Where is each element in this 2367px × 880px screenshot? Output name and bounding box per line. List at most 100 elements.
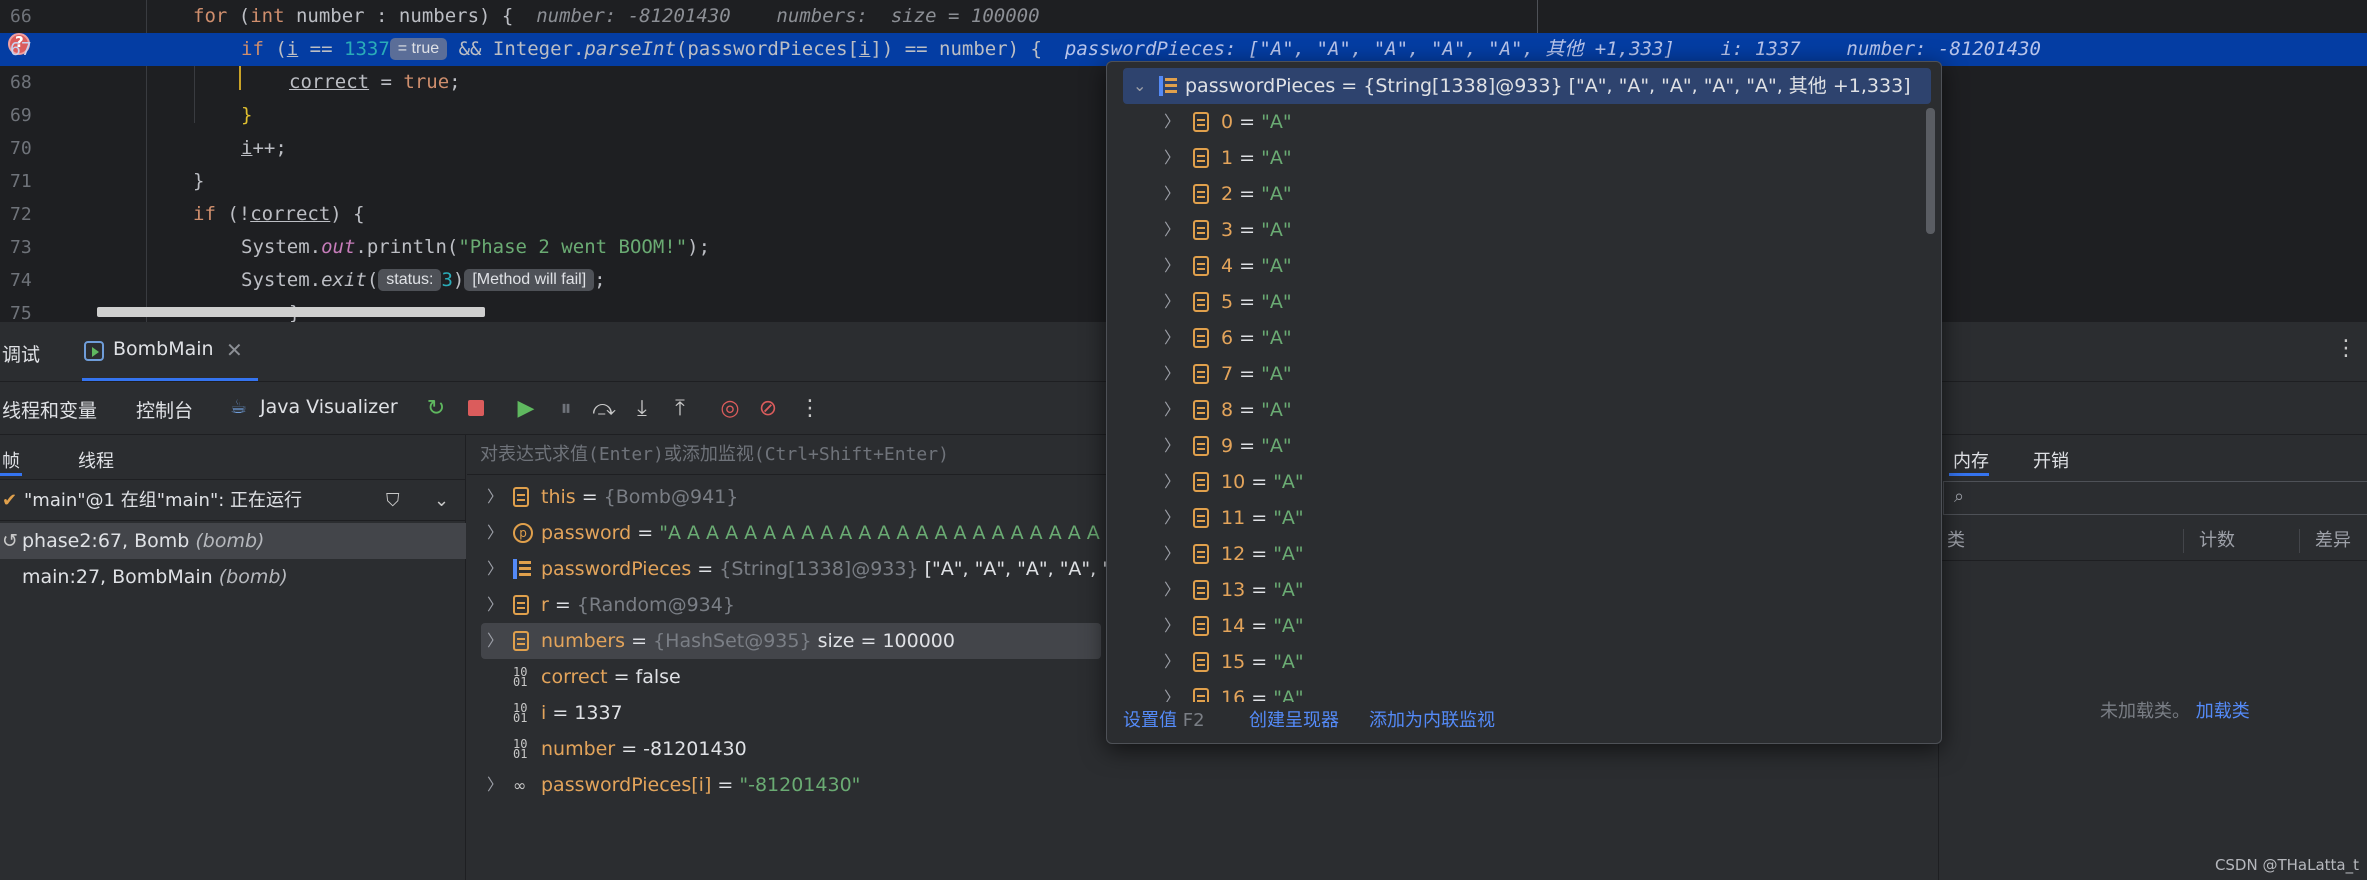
tab-console[interactable]: 控制台: [136, 396, 193, 423]
more-options-icon[interactable]: ⋮: [2335, 336, 2357, 361]
array-element-row[interactable]: 〉 13 = "A": [1123, 572, 1903, 608]
mute-breakpoints-icon[interactable]: ⊘: [754, 395, 782, 423]
create-renderer-link[interactable]: 创建呈现器: [1249, 703, 1339, 739]
load-classes-link[interactable]: 加载类: [2196, 701, 2250, 722]
chevron-right-icon[interactable]: 〉: [487, 767, 503, 803]
active-tab-indicator: [82, 378, 258, 381]
tab-memory[interactable]: 内存: [1953, 447, 1989, 473]
array-element-row[interactable]: 〉 5 = "A": [1123, 284, 1903, 320]
field-icon: [513, 631, 529, 651]
chevron-right-icon[interactable]: 〉: [1164, 320, 1180, 356]
column-separator: [2299, 529, 2300, 553]
array-element-row[interactable]: 〉 16 = "A": [1123, 680, 1903, 702]
add-inline-watch-link[interactable]: 添加为内联监视: [1369, 703, 1495, 739]
array-element-row[interactable]: 〉 2 = "A": [1123, 176, 1903, 212]
element-index: 3: [1221, 219, 1234, 241]
chevron-right-icon[interactable]: 〉: [1164, 464, 1180, 500]
pause-icon[interactable]: ⏸: [552, 395, 580, 423]
array-element-row[interactable]: 〉 12 = "A": [1123, 536, 1903, 572]
array-element-row[interactable]: 〉 10 = "A": [1123, 464, 1903, 500]
method-fail-badge: [Method will fail]: [464, 269, 595, 291]
element-value: "A": [1261, 255, 1292, 277]
chevron-right-icon[interactable]: 〉: [487, 587, 503, 623]
array-element-row[interactable]: 〉 0 = "A": [1123, 104, 1903, 140]
chevron-right-icon[interactable]: 〉: [1164, 140, 1180, 176]
element-index: 13: [1221, 579, 1246, 601]
tab-overhead[interactable]: 开销: [2033, 447, 2069, 473]
chevron-right-icon[interactable]: 〉: [1164, 572, 1180, 608]
chevron-right-icon[interactable]: 〉: [1164, 284, 1180, 320]
array-element-row[interactable]: 〉 15 = "A": [1123, 644, 1903, 680]
array-element-row[interactable]: 〉 1 = "A": [1123, 140, 1903, 176]
thread-selector[interactable]: ✔ "main"@1 在组"main": 正在运行 ⛉ ⌄: [0, 479, 466, 521]
array-element-row[interactable]: 〉 4 = "A": [1123, 248, 1903, 284]
array-element-row[interactable]: 〉 6 = "A": [1123, 320, 1903, 356]
close-icon[interactable]: ✕: [226, 338, 243, 362]
popup-scrollbar[interactable]: [1926, 108, 1935, 234]
resume-icon[interactable]: ▶: [512, 395, 540, 423]
element-index: 16: [1221, 687, 1246, 702]
array-element-row[interactable]: 〉 11 = "A": [1123, 500, 1903, 536]
chevron-right-icon[interactable]: 〉: [1164, 104, 1180, 140]
thread-label: "main"@1 在组"main": 正在运行: [24, 490, 303, 511]
horizontal-scrollbar[interactable]: [97, 307, 485, 317]
chevron-right-icon[interactable]: 〉: [1164, 212, 1180, 248]
step-out-icon[interactable]: ⤒: [666, 395, 694, 423]
chevron-right-icon[interactable]: 〉: [487, 551, 503, 587]
element-index: 15: [1221, 651, 1246, 673]
field-icon: [1193, 436, 1209, 456]
element-value: "A": [1261, 291, 1292, 313]
inline-values: number: -81201430 numbers: size = 100000: [536, 5, 1040, 27]
frame-item[interactable]: main:27, BombMain (bomb): [0, 559, 466, 595]
col-count[interactable]: 计数: [2199, 521, 2235, 561]
array-element-row[interactable]: 〉 8 = "A": [1123, 392, 1903, 428]
view-breakpoints-icon[interactable]: ◎: [716, 395, 744, 423]
tab-java-visualizer[interactable]: Java Visualizer: [260, 396, 398, 418]
chevron-right-icon[interactable]: 〉: [1164, 248, 1180, 284]
variable-row[interactable]: 〉 ∞ passwordPieces[i] = "-81201430": [481, 767, 1937, 803]
chevron-down-icon[interactable]: ⌄: [434, 480, 449, 522]
chevron-right-icon[interactable]: 〉: [487, 479, 503, 515]
stop-icon[interactable]: [462, 395, 490, 423]
step-over-icon[interactable]: ⤼: [590, 395, 618, 423]
code-text: ): [452, 269, 465, 291]
tab-bombmain[interactable]: BombMain: [113, 338, 214, 360]
array-element-row[interactable]: 〉 3 = "A": [1123, 212, 1903, 248]
field-icon: [1193, 652, 1209, 672]
more-icon[interactable]: ⋮: [796, 395, 824, 423]
chevron-right-icon[interactable]: 〉: [1164, 644, 1180, 680]
chevron-right-icon[interactable]: 〉: [487, 623, 503, 659]
col-diff[interactable]: 差异: [2315, 521, 2351, 561]
chevron-right-icon[interactable]: 〉: [1164, 356, 1180, 392]
chevron-right-icon[interactable]: 〉: [1164, 536, 1180, 572]
array-element-row[interactable]: 〉 9 = "A": [1123, 428, 1903, 464]
chevron-right-icon[interactable]: 〉: [487, 515, 503, 551]
array-icon: [513, 559, 533, 579]
primitive-icon: 10 01: [513, 701, 528, 725]
rerun-icon[interactable]: ↻: [422, 395, 450, 423]
chevron-right-icon[interactable]: 〉: [1164, 392, 1180, 428]
set-value-link[interactable]: 设置值 F2: [1123, 703, 1205, 739]
filter-icon[interactable]: ⛉: [386, 480, 400, 522]
array-element-row[interactable]: 〉 14 = "A": [1123, 608, 1903, 644]
code-text: && Integer.: [447, 38, 585, 60]
variable-row-selected[interactable]: 〉 numbers = {HashSet@935} size = 100000: [481, 623, 1101, 659]
code-line-66[interactable]: for (int number : numbers) { number: -81…: [95, 0, 2367, 33]
var-value: false: [635, 666, 681, 688]
tab-frames[interactable]: 帧: [2, 447, 20, 473]
col-class[interactable]: 类: [1947, 521, 1965, 561]
tab-threads[interactable]: 线程: [78, 447, 114, 473]
chevron-right-icon[interactable]: 〉: [1164, 608, 1180, 644]
tab-threads-variables[interactable]: 线程和变量: [2, 396, 97, 423]
chevron-right-icon[interactable]: 〉: [1164, 500, 1180, 536]
array-element-row[interactable]: 〉 7 = "A": [1123, 356, 1903, 392]
chevron-down-icon[interactable]: ⌄: [1133, 68, 1146, 104]
step-into-icon[interactable]: ⤓: [628, 395, 656, 423]
chevron-right-icon[interactable]: 〉: [1164, 680, 1180, 702]
chevron-right-icon[interactable]: 〉: [1164, 428, 1180, 464]
chevron-right-icon[interactable]: 〉: [1164, 176, 1180, 212]
element-value: "A": [1273, 471, 1304, 493]
frame-item[interactable]: ↺ phase2:67, Bomb (bomb): [0, 523, 466, 559]
popup-root-row[interactable]: ⌄ passwordPieces = {String[1338]@933} ["…: [1123, 68, 1931, 104]
memory-search-input[interactable]: ⌕: [1943, 481, 2367, 515]
